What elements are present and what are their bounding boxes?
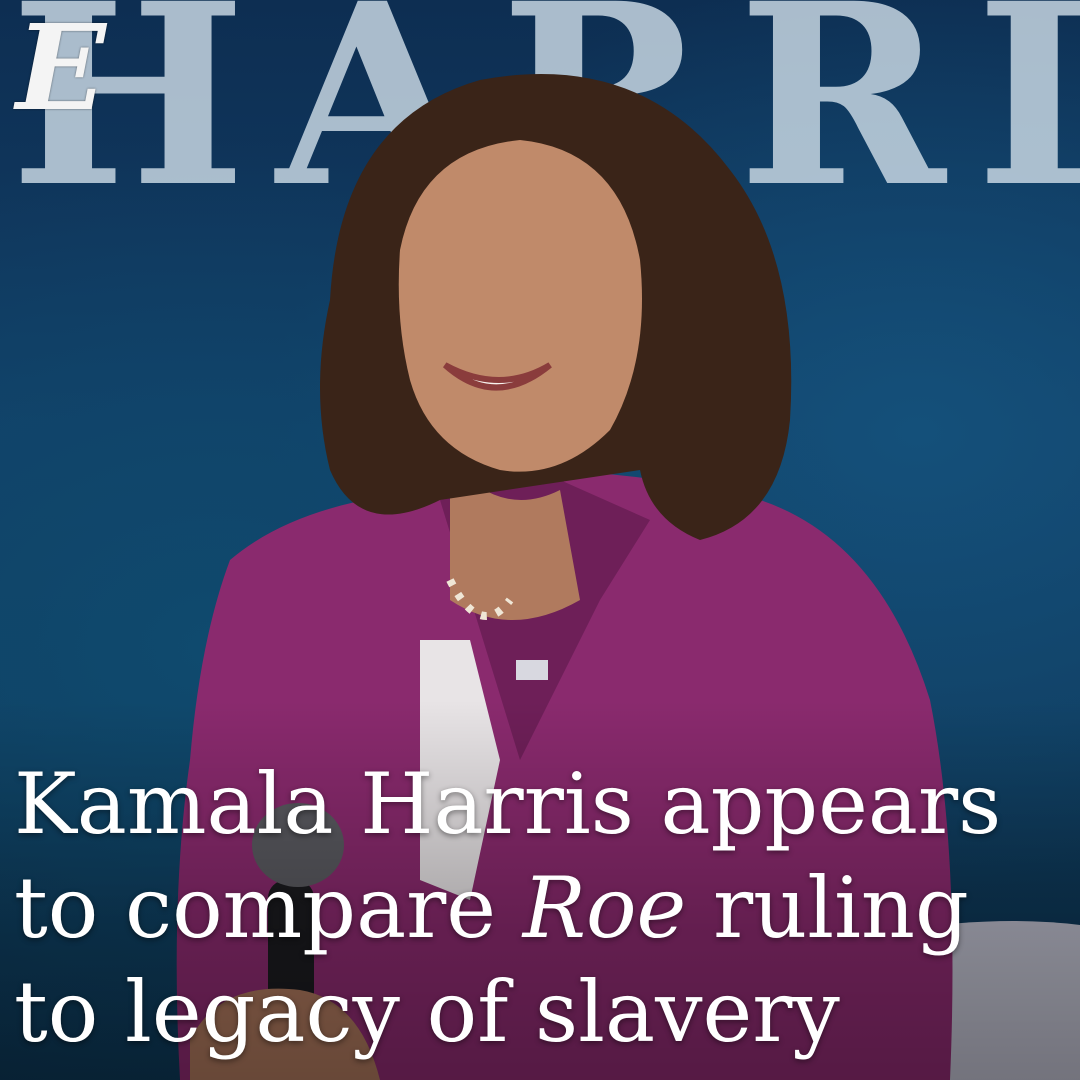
post-image: HARRI E Kamala Harris appears to compare [0,0,1080,1080]
headline-italic-roe: Roe [522,859,687,957]
headline-line-1: Kamala Harris appears [14,755,1002,853]
face [398,140,642,472]
publication-logo: E [16,0,106,137]
headline-line-2: to compare Roe ruling [14,856,1074,960]
flag-pin [516,660,548,680]
headline: Kamala Harris appears to compare Roe rul… [14,752,1074,1064]
headline-line-2-end: ruling [686,859,969,957]
headline-line-3: to legacy of slavery [14,963,840,1061]
headline-line-2-start: to compare [14,859,523,957]
blackletter-e-logo: E [16,0,106,137]
